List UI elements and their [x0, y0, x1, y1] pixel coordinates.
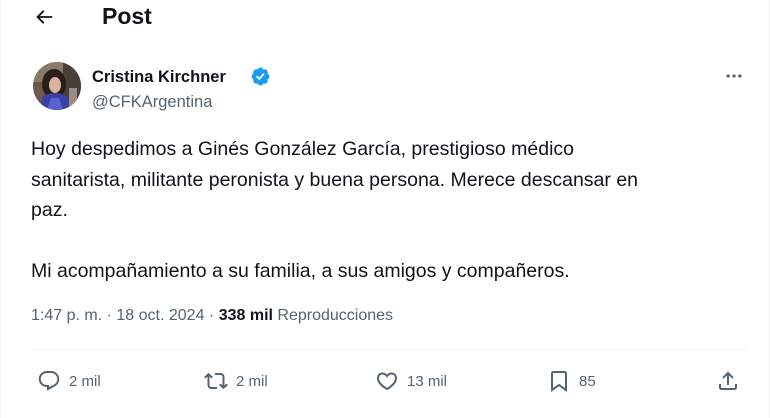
back-arrow-icon — [36, 10, 53, 24]
author-handle[interactable]: @CFKArgentina — [92, 91, 212, 113]
avatar-image — [33, 62, 81, 110]
bookmark-count: 85 — [579, 372, 596, 390]
like-icon — [376, 372, 398, 391]
share-button[interactable] — [716, 367, 740, 395]
more-options-button[interactable] — [720, 64, 748, 88]
views-label: Reproducciones — [277, 307, 394, 324]
page-title: Post — [102, 3, 152, 29]
bookmark-button[interactable]: 85 — [547, 367, 596, 395]
author-name[interactable]: Cristina Kirchner — [92, 66, 226, 88]
reply-count: 2 mil — [69, 372, 101, 390]
back-button[interactable] — [27, 2, 61, 32]
tweet-time[interactable]: 1:47 p. m. — [31, 307, 102, 324]
more-icon — [726, 74, 742, 78]
repost-icon — [204, 372, 228, 390]
tweet-date[interactable]: 18 oct. 2024 — [116, 307, 204, 324]
avatar[interactable] — [33, 62, 81, 110]
tweet-meta: 1:47 p. m. · 18 oct. 2024 · 338 mil Repr… — [31, 305, 393, 327]
views-count: 338 mil — [218, 307, 273, 324]
like-button[interactable]: 13 mil — [375, 367, 447, 395]
repost-count: 2 mil — [236, 372, 268, 390]
like-count: 13 mil — [407, 372, 448, 390]
post-view: Post Cristina Kirchner @CFKArgentina Hoy… — [0, 0, 770, 418]
meta-separator: · — [106, 307, 112, 324]
repost-button[interactable]: 2 mil — [204, 367, 268, 395]
verified-badge-icon — [251, 67, 270, 86]
reply-icon — [38, 371, 60, 391]
tweet-text: Hoy despedimos a Ginés González García, … — [31, 138, 639, 282]
header: Post — [1, 0, 769, 36]
share-icon — [719, 371, 737, 390]
bookmark-icon — [551, 371, 567, 392]
reply-button[interactable]: 2 mil — [37, 367, 101, 395]
meta-separator: · — [208, 307, 215, 324]
divider — [31, 349, 747, 350]
